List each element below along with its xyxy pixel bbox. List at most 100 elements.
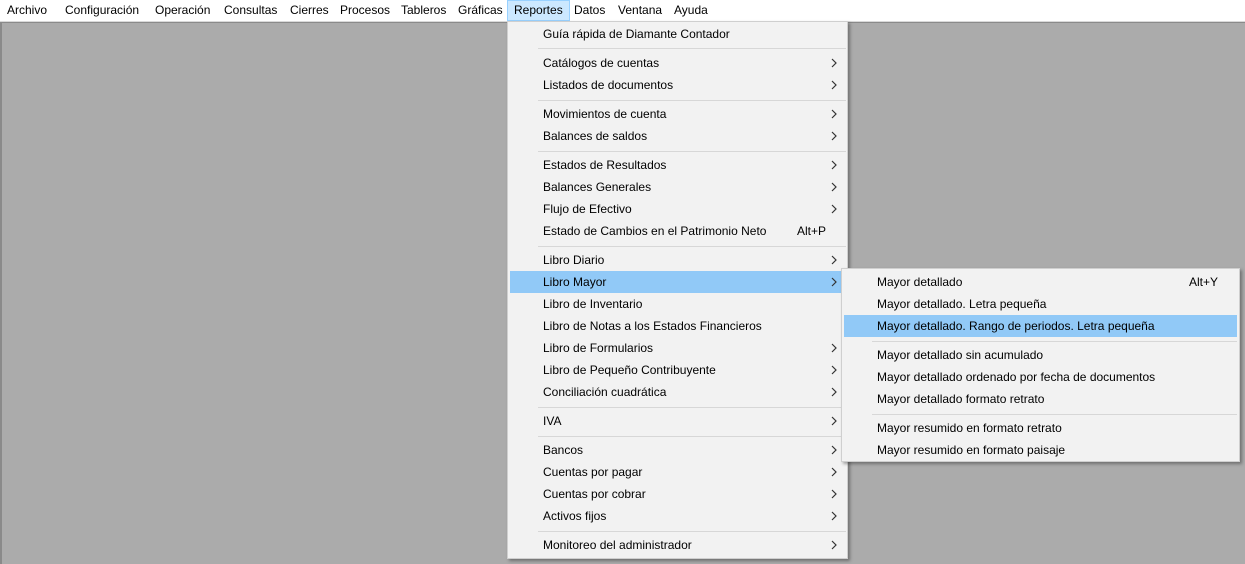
menu-item-label: Balances de saldos — [543, 129, 648, 143]
libro-mayor-submenu: Mayor detallado Alt+Y Mayor detallado. L… — [841, 268, 1240, 462]
chevron-right-icon — [831, 58, 837, 68]
menu-item-libro-diario[interactable]: Libro Diario — [510, 249, 846, 271]
menu-item-label: Mayor resumido en formato paisaje — [877, 443, 1066, 457]
submenu-item-resumido-paisaje[interactable]: Mayor resumido en formato paisaje — [844, 439, 1237, 461]
menu-item-shortcut: Alt+Y — [1189, 275, 1219, 289]
menu-item-label: Estado de Cambios en el Patrimonio Neto — [543, 224, 767, 238]
menu-configuracion[interactable]: Configuración — [58, 0, 146, 21]
menu-item-activos-fijos[interactable]: Activos fijos — [510, 505, 846, 527]
chevron-right-icon — [831, 160, 837, 170]
chevron-right-icon — [831, 182, 837, 192]
menu-item-libro-formularios[interactable]: Libro de Formularios — [510, 337, 846, 359]
submenu-item-ordenado-fecha[interactable]: Mayor detallado ordenado por fecha de do… — [844, 366, 1237, 388]
menu-item-libro-mayor[interactable]: Libro Mayor — [510, 271, 846, 293]
menu-separator — [538, 531, 846, 532]
menu-graficas[interactable]: Gráficas — [451, 0, 510, 21]
menu-ventana[interactable]: Ventana — [611, 0, 669, 21]
menu-separator — [538, 246, 846, 247]
chevron-right-icon — [831, 109, 837, 119]
chevron-right-icon — [831, 255, 837, 265]
chevron-right-icon — [831, 80, 837, 90]
menu-item-label: Monitoreo del administrador — [543, 538, 692, 552]
menu-cierres[interactable]: Cierres — [283, 0, 336, 21]
menu-item-label: Mayor detallado. Rango de periodos. Letr… — [877, 319, 1155, 333]
menu-item-guia-rapida[interactable]: Guía rápida de Diamante Contador — [510, 23, 846, 45]
submenu-item-sin-acumulado[interactable]: Mayor detallado sin acumulado — [844, 344, 1237, 366]
chevron-right-icon — [831, 467, 837, 477]
menu-separator — [872, 414, 1237, 415]
menu-item-label: Mayor detallado — [877, 275, 963, 289]
menu-operacion[interactable]: Operación — [148, 0, 217, 21]
menu-item-cuentas-cobrar[interactable]: Cuentas por cobrar — [510, 483, 846, 505]
menu-item-label: Libro de Pequeño Contribuyente — [543, 363, 716, 377]
menu-item-label: Cuentas por cobrar — [543, 487, 646, 501]
menu-datos[interactable]: Datos — [567, 0, 612, 21]
menu-tableros[interactable]: Tableros — [394, 0, 453, 21]
menu-separator — [538, 100, 846, 101]
menu-item-estados-resultados[interactable]: Estados de Resultados — [510, 154, 846, 176]
chevron-right-icon — [831, 416, 837, 426]
chevron-right-icon — [831, 511, 837, 521]
menu-item-label: Mayor detallado. Letra pequeña — [877, 297, 1047, 311]
menu-item-libro-inventario[interactable]: Libro de Inventario — [510, 293, 846, 315]
submenu-item-formato-retrato[interactable]: Mayor detallado formato retrato — [844, 388, 1237, 410]
menu-item-flujo-efectivo[interactable]: Flujo de Efectivo — [510, 198, 846, 220]
menu-procesos[interactable]: Procesos — [333, 0, 397, 21]
menu-item-iva[interactable]: IVA — [510, 410, 846, 432]
menu-item-label: Libro de Inventario — [543, 297, 643, 311]
menu-consultas[interactable]: Consultas — [217, 0, 284, 21]
chevron-right-icon — [831, 204, 837, 214]
menu-item-label: Libro Diario — [543, 253, 605, 267]
menu-item-label: IVA — [543, 414, 562, 428]
menu-archivo[interactable]: Archivo — [0, 0, 54, 21]
chevron-right-icon — [831, 277, 837, 287]
menu-separator — [538, 151, 846, 152]
menu-separator — [538, 436, 846, 437]
menu-separator — [872, 341, 1237, 342]
menu-item-label: Libro de Formularios — [543, 341, 654, 355]
reportes-dropdown: Guía rápida de Diamante Contador Catálog… — [507, 21, 848, 559]
menu-item-label: Activos fijos — [543, 509, 607, 523]
menu-bar: Archivo Configuración Operación Consulta… — [0, 0, 1245, 22]
menu-item-label: Bancos — [543, 443, 584, 457]
menu-item-listados[interactable]: Listados de documentos — [510, 74, 846, 96]
menu-item-conciliacion[interactable]: Conciliación cuadrática — [510, 381, 846, 403]
menu-item-label: Flujo de Efectivo — [543, 202, 632, 216]
menu-item-balances-saldos[interactable]: Balances de saldos — [510, 125, 846, 147]
chevron-right-icon — [831, 365, 837, 375]
menu-ayuda[interactable]: Ayuda — [667, 0, 715, 21]
submenu-item-resumido-retrato[interactable]: Mayor resumido en formato retrato — [844, 417, 1237, 439]
submenu-item-letra-pequena[interactable]: Mayor detallado. Letra pequeña — [844, 293, 1237, 315]
submenu-item-rango-periodos[interactable]: Mayor detallado. Rango de periodos. Letr… — [844, 315, 1237, 337]
menu-item-balances-generales[interactable]: Balances Generales — [510, 176, 846, 198]
menu-reportes[interactable]: Reportes — [507, 0, 570, 21]
menu-item-label: Conciliación cuadrática — [543, 385, 667, 399]
menu-item-label: Guía rápida de Diamante Contador — [543, 27, 730, 41]
menu-item-label: Libro de Notas a los Estados Financieros — [543, 319, 762, 333]
menu-item-libro-pequeno-contribuyente[interactable]: Libro de Pequeño Contribuyente — [510, 359, 846, 381]
menu-item-label: Mayor detallado sin acumulado — [877, 348, 1044, 362]
chevron-right-icon — [831, 540, 837, 550]
menu-item-monitoreo[interactable]: Monitoreo del administrador — [510, 534, 846, 556]
submenu-item-mayor-detallado[interactable]: Mayor detallado Alt+Y — [844, 271, 1237, 293]
chevron-right-icon — [831, 489, 837, 499]
chevron-right-icon — [831, 387, 837, 397]
menu-item-libro-notas[interactable]: Libro de Notas a los Estados Financieros — [510, 315, 846, 337]
menu-item-label: Movimientos de cuenta — [543, 107, 667, 121]
menu-item-label: Mayor resumido en formato retrato — [877, 421, 1062, 435]
menu-separator — [538, 48, 846, 49]
menu-item-label: Listados de documentos — [543, 78, 674, 92]
menu-item-movimientos[interactable]: Movimientos de cuenta — [510, 103, 846, 125]
menu-item-label: Balances Generales — [543, 180, 652, 194]
menu-item-shortcut: Alt+P — [797, 224, 827, 238]
menu-item-bancos[interactable]: Bancos — [510, 439, 846, 461]
chevron-right-icon — [831, 343, 837, 353]
menu-item-cuentas-pagar[interactable]: Cuentas por pagar — [510, 461, 846, 483]
menu-item-label: Cuentas por pagar — [543, 465, 643, 479]
menu-item-label: Libro Mayor — [543, 275, 607, 289]
menu-item-label: Mayor detallado ordenado por fecha de do… — [877, 370, 1156, 384]
menu-item-estado-cambios-patrimonio[interactable]: Estado de Cambios en el Patrimonio Neto … — [510, 220, 846, 242]
chevron-right-icon — [831, 131, 837, 141]
menu-item-catalogos[interactable]: Catálogos de cuentas — [510, 52, 846, 74]
menu-separator — [538, 407, 846, 408]
